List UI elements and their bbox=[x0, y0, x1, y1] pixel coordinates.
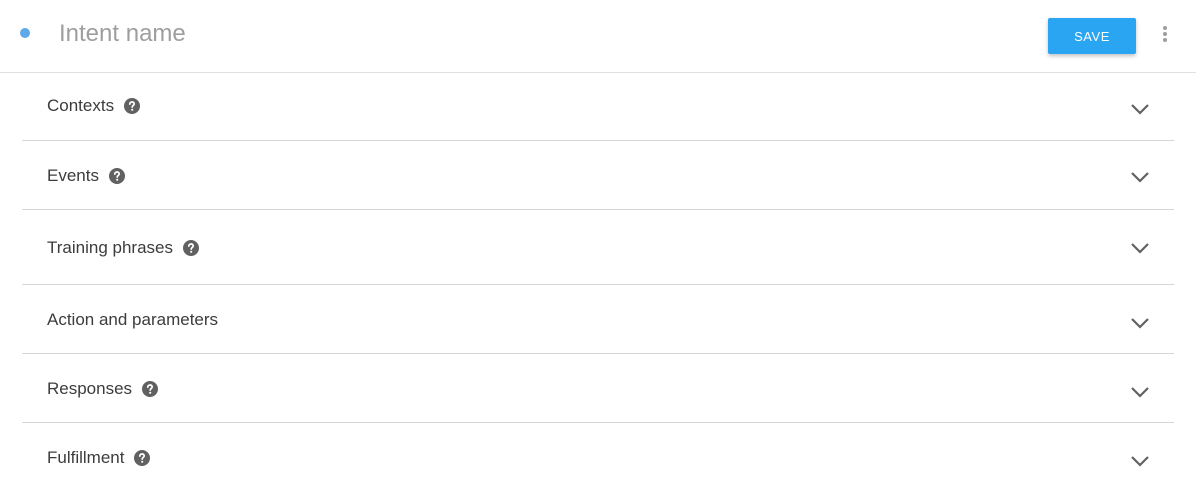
help-icon[interactable] bbox=[142, 381, 159, 397]
section-title: Responses bbox=[47, 379, 159, 399]
section-events[interactable]: Events bbox=[22, 141, 1174, 210]
help-icon[interactable] bbox=[183, 240, 199, 256]
chevron-down-icon[interactable] bbox=[1130, 454, 1150, 468]
save-button[interactable]: SAVE bbox=[1048, 18, 1136, 54]
chevron-down-icon[interactable] bbox=[1130, 102, 1150, 116]
section-label: Training phrases bbox=[47, 238, 173, 257]
section-title: Training phrases bbox=[47, 238, 199, 258]
section-title: Contexts bbox=[47, 96, 141, 116]
chevron-down-icon[interactable] bbox=[1130, 385, 1150, 399]
intent-sections: Contexts Events Training phrases Action … bbox=[22, 73, 1174, 495]
chevron-down-icon[interactable] bbox=[1130, 241, 1150, 255]
section-label: Fulfillment bbox=[47, 448, 125, 467]
status-dot-icon bbox=[20, 28, 30, 38]
help-icon[interactable] bbox=[124, 98, 141, 114]
more-options-icon[interactable] bbox=[1155, 22, 1175, 46]
help-icon[interactable] bbox=[134, 450, 151, 466]
chevron-down-icon[interactable] bbox=[1130, 170, 1150, 184]
section-fulfillment[interactable]: Fulfillment bbox=[22, 423, 1174, 495]
section-label: Contexts bbox=[47, 96, 115, 115]
section-title: Action and parameters bbox=[47, 310, 218, 330]
section-title: Fulfillment bbox=[47, 448, 151, 468]
section-title: Events bbox=[47, 166, 125, 186]
section-responses[interactable]: Responses bbox=[22, 354, 1174, 423]
help-icon[interactable] bbox=[108, 168, 125, 184]
intent-name-input[interactable] bbox=[59, 17, 959, 51]
chevron-down-icon[interactable] bbox=[1130, 316, 1150, 330]
section-action-and-parameters[interactable]: Action and parameters bbox=[22, 285, 1174, 354]
section-label: Responses bbox=[47, 379, 133, 398]
section-contexts[interactable]: Contexts bbox=[22, 73, 1174, 141]
section-label: Action and parameters bbox=[47, 310, 219, 329]
section-label: Events bbox=[47, 166, 99, 185]
section-training-phrases[interactable]: Training phrases bbox=[22, 210, 1174, 285]
intent-header: SAVE bbox=[0, 0, 1196, 73]
